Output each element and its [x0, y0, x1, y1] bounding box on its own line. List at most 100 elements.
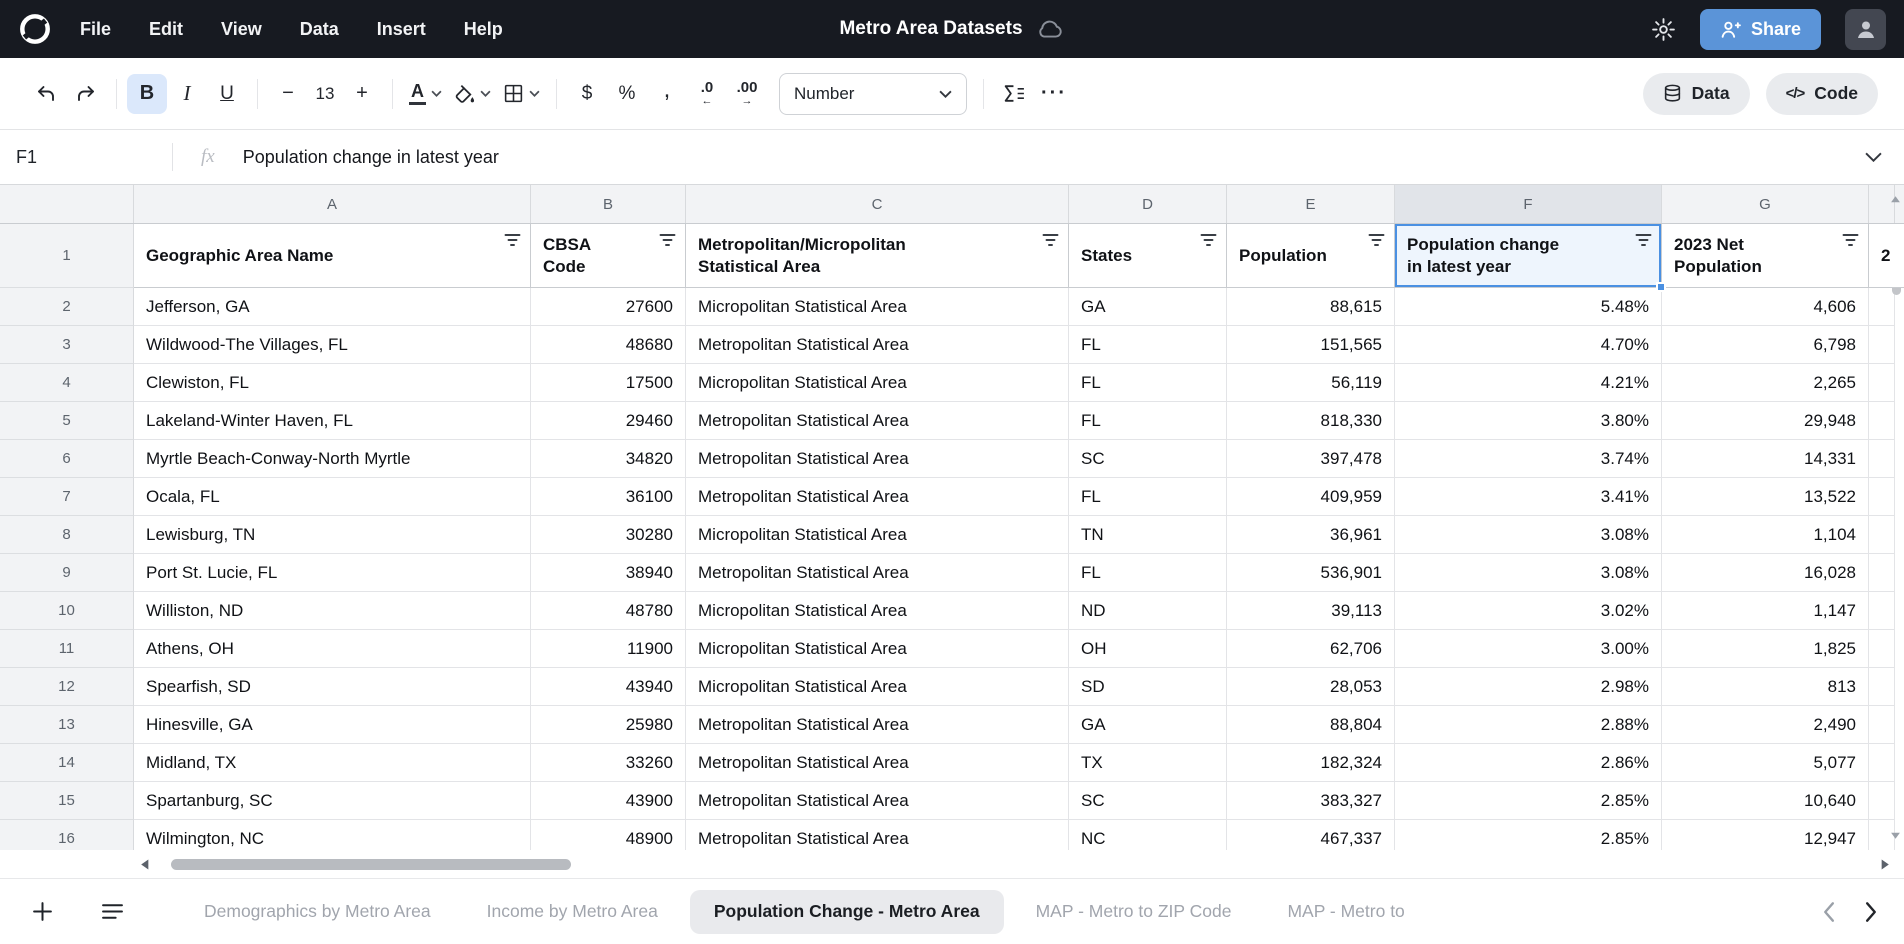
cell-C3[interactable]: Metropolitan Statistical Area — [686, 326, 1069, 364]
user-avatar[interactable] — [1845, 9, 1886, 50]
cell-E14[interactable]: 182,324 — [1227, 744, 1395, 782]
cell-x12[interactable] — [1869, 668, 1895, 706]
cell-E2[interactable]: 88,615 — [1227, 288, 1395, 326]
cell-D15[interactable]: SC — [1069, 782, 1227, 820]
cell-E3[interactable]: 151,565 — [1227, 326, 1395, 364]
cell-B14[interactable]: 33260 — [531, 744, 686, 782]
menu-help[interactable]: Help — [464, 19, 503, 40]
row-number[interactable]: 5 — [0, 402, 134, 440]
cell-D11[interactable]: OH — [1069, 630, 1227, 668]
redo-button[interactable] — [66, 74, 106, 114]
cell-A15[interactable]: Spartanburg, SC — [134, 782, 531, 820]
cell-B7[interactable]: 36100 — [531, 478, 686, 516]
filter-icon[interactable] — [1200, 233, 1217, 247]
cell-B16[interactable]: 48900 — [531, 820, 686, 850]
sheet-tab[interactable]: MAP - Metro to ZIP Code — [1012, 890, 1256, 934]
row-number[interactable]: 11 — [0, 630, 134, 668]
code-panel-button[interactable]: </> Code — [1766, 73, 1878, 115]
cell-D9[interactable]: FL — [1069, 554, 1227, 592]
header-cell-B[interactable]: CBSA Code — [531, 224, 686, 288]
cell-D4[interactable]: FL — [1069, 364, 1227, 402]
header-cell-C[interactable]: Metropolitan/Micropolitan Statistical Ar… — [686, 224, 1069, 288]
cell-F5[interactable]: 3.80% — [1395, 402, 1662, 440]
font-size-value[interactable]: 13 — [308, 84, 342, 104]
header-cell-D[interactable]: States — [1069, 224, 1227, 288]
cell-C15[interactable]: Metropolitan Statistical Area — [686, 782, 1069, 820]
cell-G4[interactable]: 2,265 — [1662, 364, 1869, 402]
cell-F10[interactable]: 3.02% — [1395, 592, 1662, 630]
assistant-spark-icon[interactable] — [1651, 17, 1676, 42]
more-options-button[interactable]: ··· — [1034, 74, 1074, 114]
formula-input[interactable]: Population change in latest year — [243, 147, 499, 168]
header-cell-E[interactable]: Population — [1227, 224, 1395, 288]
cell-A16[interactable]: Wilmington, NC — [134, 820, 531, 850]
column-letter-E[interactable]: E — [1227, 185, 1395, 223]
cell-G15[interactable]: 10,640 — [1662, 782, 1869, 820]
cell-E6[interactable]: 397,478 — [1227, 440, 1395, 478]
data-panel-button[interactable]: Data — [1643, 73, 1750, 115]
row-number[interactable]: 2 — [0, 288, 134, 326]
cell-D16[interactable]: NC — [1069, 820, 1227, 850]
cell-G10[interactable]: 1,147 — [1662, 592, 1869, 630]
row-number[interactable]: 3 — [0, 326, 134, 364]
cell-F15[interactable]: 2.85% — [1395, 782, 1662, 820]
cell-F11[interactable]: 3.00% — [1395, 630, 1662, 668]
cell-B3[interactable]: 48680 — [531, 326, 686, 364]
cell-D12[interactable]: SD — [1069, 668, 1227, 706]
cell-B11[interactable]: 11900 — [531, 630, 686, 668]
header-cell-partial[interactable]: 2 — [1869, 224, 1904, 288]
cell-C2[interactable]: Micropolitan Statistical Area — [686, 288, 1069, 326]
cell-D7[interactable]: FL — [1069, 478, 1227, 516]
cell-B4[interactable]: 17500 — [531, 364, 686, 402]
expand-formula-bar-icon[interactable] — [1865, 152, 1882, 162]
cell-A10[interactable]: Williston, ND — [134, 592, 531, 630]
percent-format-button[interactable]: % — [607, 74, 647, 114]
functions-icon[interactable] — [994, 74, 1034, 114]
cell-C7[interactable]: Metropolitan Statistical Area — [686, 478, 1069, 516]
cell-C12[interactable]: Micropolitan Statistical Area — [686, 668, 1069, 706]
cell-x6[interactable] — [1869, 440, 1895, 478]
cell-G14[interactable]: 5,077 — [1662, 744, 1869, 782]
cell-D13[interactable]: GA — [1069, 706, 1227, 744]
cell-C8[interactable]: Micropolitan Statistical Area — [686, 516, 1069, 554]
cell-A12[interactable]: Spearfish, SD — [134, 668, 531, 706]
filter-icon[interactable] — [504, 233, 521, 247]
cell-F8[interactable]: 3.08% — [1395, 516, 1662, 554]
fill-color-button[interactable] — [448, 74, 497, 114]
cell-G13[interactable]: 2,490 — [1662, 706, 1869, 744]
document-title[interactable]: Metro Area Datasets — [839, 18, 1022, 40]
filter-icon[interactable] — [1368, 233, 1385, 247]
menu-insert[interactable]: Insert — [377, 19, 426, 40]
increase-decimal-button[interactable]: .00→ — [727, 74, 767, 114]
cell-D3[interactable]: FL — [1069, 326, 1227, 364]
cell-F14[interactable]: 2.86% — [1395, 744, 1662, 782]
number-format-select[interactable]: Number — [779, 73, 967, 115]
currency-format-button[interactable]: $ — [567, 74, 607, 114]
cell-C6[interactable]: Metropolitan Statistical Area — [686, 440, 1069, 478]
column-letter-G[interactable]: G — [1662, 185, 1869, 223]
cell-E5[interactable]: 818,330 — [1227, 402, 1395, 440]
cell-E13[interactable]: 88,804 — [1227, 706, 1395, 744]
scroll-right-icon[interactable] — [1881, 859, 1890, 870]
header-cell-G[interactable]: 2023 Net Population — [1662, 224, 1869, 288]
cell-B8[interactable]: 30280 — [531, 516, 686, 554]
underline-button[interactable]: U — [207, 74, 247, 114]
increase-font-button[interactable]: + — [342, 74, 382, 114]
cell-A5[interactable]: Lakeland-Winter Haven, FL — [134, 402, 531, 440]
menu-file[interactable]: File — [80, 19, 111, 40]
cell-F12[interactable]: 2.98% — [1395, 668, 1662, 706]
filter-icon[interactable] — [659, 233, 676, 247]
sheet-tab[interactable]: Income by Metro Area — [463, 890, 682, 934]
cell-x15[interactable] — [1869, 782, 1895, 820]
tabs-scroll-left-icon[interactable] — [1822, 901, 1835, 923]
cell-E7[interactable]: 409,959 — [1227, 478, 1395, 516]
cell-B12[interactable]: 43940 — [531, 668, 686, 706]
cell-E9[interactable]: 536,901 — [1227, 554, 1395, 592]
cell-E16[interactable]: 467,337 — [1227, 820, 1395, 850]
cell-D14[interactable]: TX — [1069, 744, 1227, 782]
bold-button[interactable]: B — [127, 74, 167, 114]
cell-B2[interactable]: 27600 — [531, 288, 686, 326]
cell-A3[interactable]: Wildwood-The Villages, FL — [134, 326, 531, 364]
cell-C5[interactable]: Metropolitan Statistical Area — [686, 402, 1069, 440]
row-number[interactable]: 16 — [0, 820, 134, 850]
